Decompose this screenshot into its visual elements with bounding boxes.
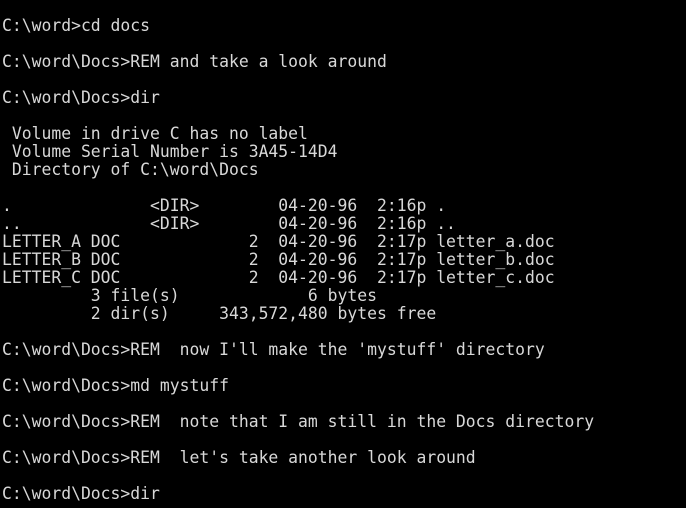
console-line: LETTER_B DOC 2 04-20-96 2:17p letter_b.d… <box>2 250 555 269</box>
console-line: 2 dir(s) 343,572,480 bytes free <box>2 304 437 323</box>
console-line: C:\word\Docs>REM note that I am still in… <box>2 412 595 431</box>
console-line: LETTER_C DOC 2 04-20-96 2:17p letter_c.d… <box>2 268 555 287</box>
command-prompt-console[interactable]: C:\word>cd docs C:\word\Docs>REM and tak… <box>0 0 686 508</box>
console-line: C:\word\Docs>REM and take a look around <box>2 52 387 71</box>
console-line: LETTER_A DOC 2 04-20-96 2:17p letter_a.d… <box>2 232 555 251</box>
console-line: C:\word\Docs>REM now I'll make the 'myst… <box>2 340 545 359</box>
console-line: Volume Serial Number is 3A45-14D4 <box>2 142 338 161</box>
console-line: C:\word\Docs>md mystuff <box>2 376 229 395</box>
console-line: 3 file(s) 6 bytes <box>2 286 377 305</box>
console-line: C:\word>cd docs <box>2 16 151 35</box>
console-line: C:\word\Docs>dir <box>2 88 160 107</box>
console-line: Volume in drive C has no label <box>2 124 308 143</box>
console-line: . <DIR> 04-20-96 2:16p . <box>2 196 447 215</box>
console-line: Directory of C:\word\Docs <box>2 160 259 179</box>
console-line: C:\word\Docs>REM let's take another look… <box>2 448 476 467</box>
console-line: C:\word\Docs>dir <box>2 484 160 503</box>
console-line: .. <DIR> 04-20-96 2:16p .. <box>2 214 456 233</box>
